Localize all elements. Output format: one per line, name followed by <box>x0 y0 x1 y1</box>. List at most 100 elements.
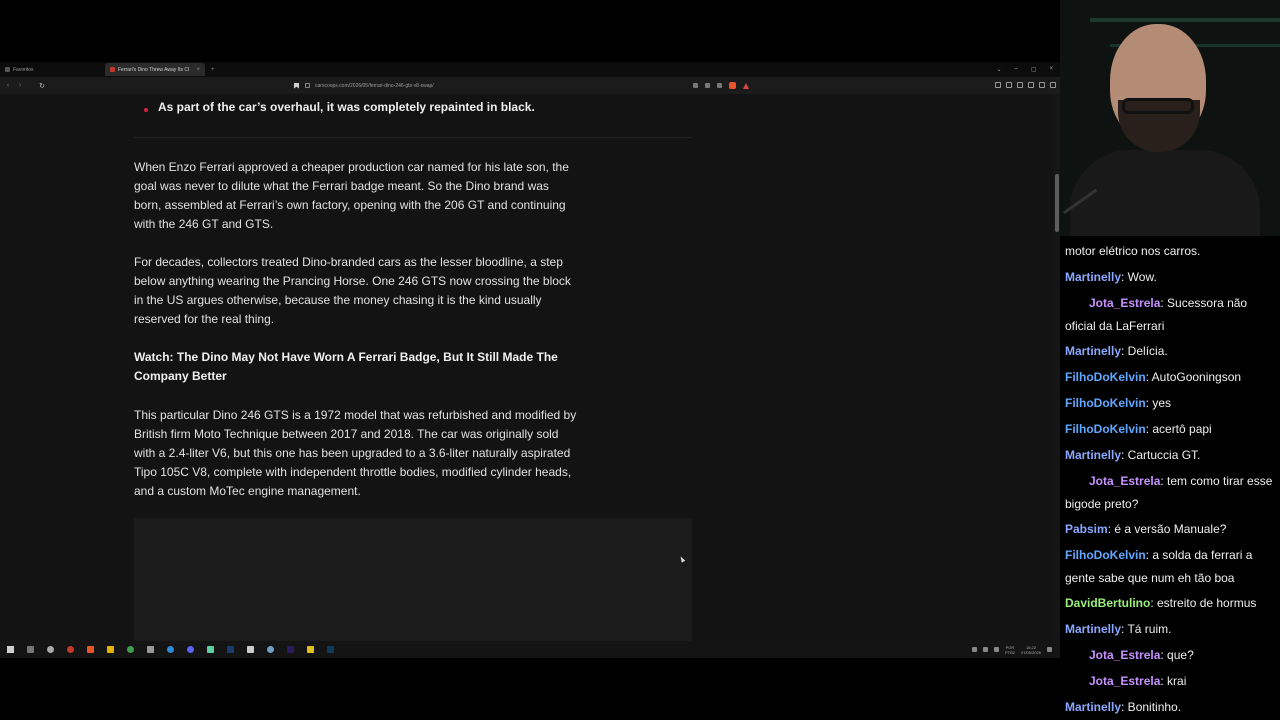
article-paragraph: When Enzo Ferrari approved a cheaper pro… <box>134 160 569 231</box>
site-favicon-icon <box>110 67 115 72</box>
calculator-icon[interactable] <box>147 646 154 653</box>
network-icon[interactable] <box>267 646 274 653</box>
chat-text: : estreito de hormus <box>1150 596 1257 610</box>
chat-username[interactable]: Jota_Estrela <box>1089 296 1160 310</box>
file-explorer-icon[interactable] <box>107 646 114 653</box>
article-paragraph: For decades, collectors treated Dino-bra… <box>134 255 571 326</box>
chat-text: : AutoGooningson <box>1145 370 1242 384</box>
wallet-icon[interactable] <box>1017 82 1023 88</box>
chat-text: : Tá ruim. <box>1121 622 1172 636</box>
sidebar-icon[interactable] <box>1006 82 1012 88</box>
tab-favorites[interactable]: Favoritos <box>0 63 100 76</box>
tab-article[interactable]: Ferrari's Dino Threw Away Its Cl × <box>105 63 205 76</box>
chat-message: DavidBertulino: estreito de hormus <box>1065 592 1277 615</box>
tab-search-button[interactable]: ⌄ <box>996 66 1001 73</box>
maximize-button[interactable]: ▢ <box>1031 66 1037 73</box>
chat-text: : é a versão Manuale? <box>1107 522 1227 536</box>
clock-date: 07/05/2026 <box>1020 649 1041 655</box>
chat-username[interactable]: Pabsim <box>1065 522 1108 536</box>
vpn-icon[interactable] <box>1028 82 1034 88</box>
chat-message: Martinelly: Tá ruim. <box>1065 618 1277 641</box>
photoshop-icon[interactable] <box>327 646 334 653</box>
chat-username[interactable]: Martinelly <box>1065 344 1121 358</box>
chat-username[interactable]: Jota_Estrela <box>1089 674 1160 688</box>
close-window-button[interactable]: × <box>1049 66 1053 73</box>
chat-username[interactable]: FilhoDoKelvin <box>1065 548 1146 562</box>
chat-message: motor elétrico nos carros. <box>1065 240 1277 263</box>
wifi-icon[interactable] <box>982 647 988 652</box>
extension-icon[interactable] <box>995 82 1001 88</box>
brave-rewards-icon[interactable] <box>743 82 749 89</box>
chat-text: : que? <box>1160 648 1194 662</box>
bookmark-icon[interactable] <box>294 82 299 89</box>
chat-username[interactable]: DavidBertulino <box>1065 596 1150 610</box>
language-indicator[interactable]: POR PTB2 <box>1005 645 1015 655</box>
volume-icon[interactable] <box>993 647 999 652</box>
chat-text: : Wow. <box>1121 270 1157 284</box>
chat-username[interactable]: Martinelly <box>1065 700 1121 714</box>
chat-username[interactable]: FilhoDoKelvin <box>1065 422 1146 436</box>
video-embed-placeholder[interactable] <box>134 518 692 658</box>
webcam-feed <box>1060 0 1280 236</box>
chat-username[interactable]: Martinelly <box>1065 270 1121 284</box>
url-text[interactable]: carscoops.com/2026/05/ferrari-dino-246-g… <box>315 83 693 89</box>
obs-icon[interactable] <box>47 646 54 653</box>
streamer-body <box>1070 150 1260 236</box>
reader-mode-icon[interactable] <box>717 83 722 88</box>
bullet-list: As part of the car’s overhaul, it was co… <box>134 94 692 138</box>
new-tab-button[interactable]: + <box>211 67 215 73</box>
chat-text: : Delícia. <box>1121 344 1168 358</box>
chrome-icon[interactable] <box>127 646 134 653</box>
task-view-icon[interactable] <box>27 646 34 653</box>
chat-message: FilhoDoKelvin: yes <box>1065 392 1277 415</box>
discord-icon[interactable] <box>187 646 194 653</box>
chat-username[interactable]: Jota_Estrela <box>1089 474 1160 488</box>
back-button[interactable]: ‹ <box>4 82 12 90</box>
chat-message: Martinelly: Cartuccia GT. <box>1065 444 1277 467</box>
article-paragraph: This particular Dino 246 GTS is a 1972 m… <box>134 408 577 498</box>
chat-text: : acertô papi <box>1145 422 1212 436</box>
tab-close-button[interactable]: × <box>196 67 200 73</box>
chat-username[interactable]: Martinelly <box>1065 448 1121 462</box>
start-icon[interactable] <box>7 646 14 653</box>
reload-button[interactable]: ↻ <box>38 82 46 90</box>
chat-message: Martinelly: Bonitinho. <box>1065 696 1277 719</box>
chat-username[interactable]: Jota_Estrela <box>1089 648 1160 662</box>
scrollbar-thumb[interactable] <box>1055 174 1059 232</box>
glasses <box>1122 98 1194 114</box>
brave-shields-icon[interactable] <box>729 82 736 89</box>
chat-username[interactable]: FilhoDoKelvin <box>1065 370 1146 384</box>
menu-icon[interactable] <box>1050 82 1056 88</box>
chat-text: : Bonitinho. <box>1121 700 1182 714</box>
premiere-icon[interactable] <box>287 646 294 653</box>
chat-username[interactable]: Martinelly <box>1065 622 1121 636</box>
chat-text: : Cartuccia GT. <box>1121 448 1201 462</box>
browser-window: Favoritos Ferrari's Dino Threw Away Its … <box>0 62 1060 658</box>
capcut-icon[interactable] <box>247 646 254 653</box>
obs-studio-icon[interactable] <box>67 646 74 653</box>
chat-message: Jota_Estrela: que? <box>1065 644 1277 667</box>
zoom-icon[interactable] <box>705 83 710 88</box>
notification-icon[interactable] <box>1047 647 1052 652</box>
translate-icon[interactable] <box>693 83 698 88</box>
minimize-button[interactable]: – <box>1014 66 1017 73</box>
app-icon[interactable] <box>307 646 314 653</box>
chevron-up-icon[interactable] <box>971 647 977 652</box>
chat-message: Jota_Estrela: krai <box>1065 670 1277 693</box>
browser-icon[interactable] <box>167 646 174 653</box>
chat-username[interactable]: FilhoDoKelvin <box>1065 396 1146 410</box>
notepad-icon[interactable] <box>207 646 214 653</box>
address-bar[interactable]: carscoops.com/2026/05/ferrari-dino-246-g… <box>290 80 755 91</box>
clock[interactable]: 16:22 07/05/2026 <box>1021 645 1041 655</box>
forward-button[interactable]: › <box>16 82 24 90</box>
chat-message: Martinelly: Wow. <box>1065 266 1277 289</box>
audition-icon[interactable] <box>227 646 234 653</box>
brave-icon[interactable] <box>87 646 94 653</box>
site-info-icon[interactable] <box>305 83 310 88</box>
chat-message: Martinelly: Delícia. <box>1065 340 1277 363</box>
browser-toolbar: ‹ › ↻ carscoops.com/2026/05/ferrari-dino… <box>0 77 1060 94</box>
watch-video-heading[interactable]: Watch: The Dino May Not Have Worn A Ferr… <box>134 348 579 386</box>
chat-message: FilhoDoKelvin: acertô papi <box>1065 418 1277 441</box>
leo-icon[interactable] <box>1039 82 1045 88</box>
system-tray: POR PTB2 16:22 07/05/2026 <box>971 645 1060 655</box>
